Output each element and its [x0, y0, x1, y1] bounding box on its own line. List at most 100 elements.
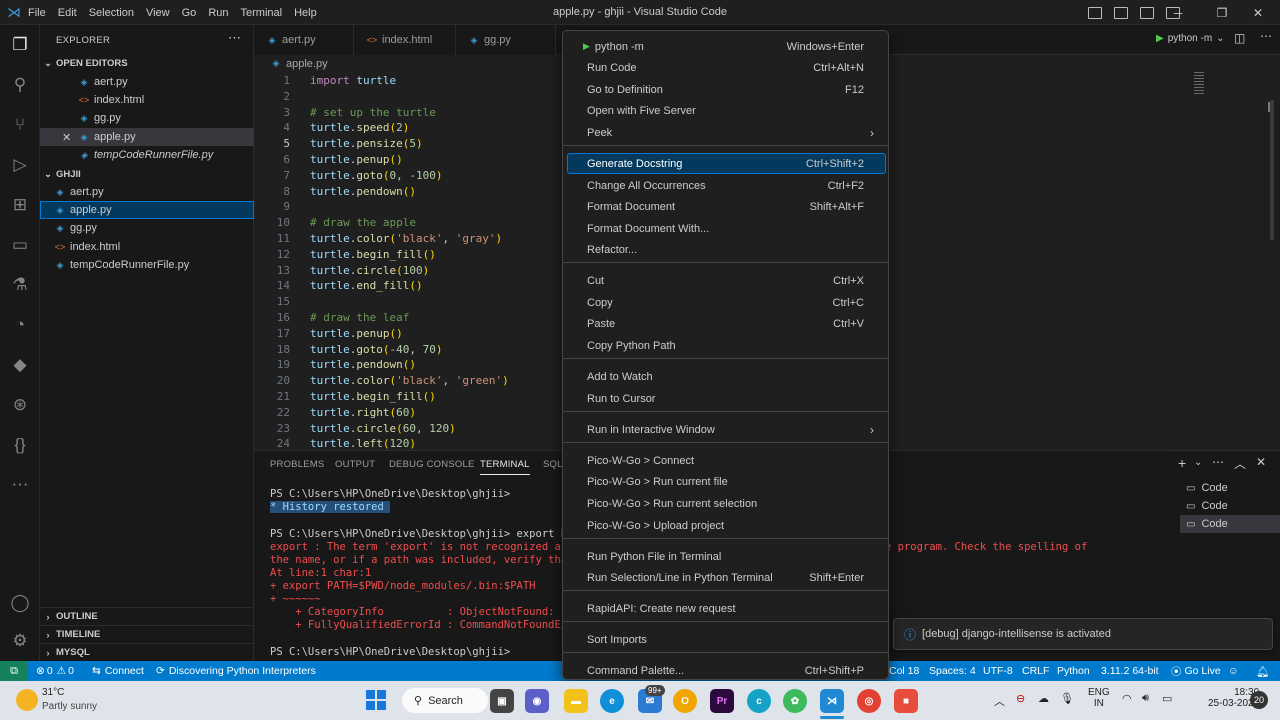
terminal-list-item[interactable]: ▭ Code — [1180, 497, 1280, 515]
volume-icon[interactable]: 🔊︎ — [1142, 692, 1149, 705]
notifications-bell-icon[interactable]: 🔔︎ — [1256, 661, 1269, 681]
open-editor-item[interactable]: ◈ aert.py — [40, 73, 254, 91]
context-menu-item-add-to-watch[interactable]: Add to Watch — [567, 366, 886, 387]
show-hidden-icons[interactable]: ︿ — [994, 693, 1005, 709]
code-line[interactable]: turtle.pensize(5) — [310, 137, 423, 150]
context-menu-item-open-with-five-server[interactable]: Open with Five Server — [567, 100, 886, 121]
toggle-secondary-sidebar-icon[interactable] — [1140, 6, 1154, 19]
onedrive-icon[interactable]: ☁ — [1038, 692, 1049, 705]
outline-section[interactable]: › OUTLINE — [40, 607, 254, 625]
context-menu-item-cut[interactable]: Cut Ctrl+X — [567, 270, 886, 291]
rapidapi-icon[interactable]: ⊛ — [8, 393, 32, 417]
remote-indicator-icon[interactable]: ⧉ — [0, 661, 28, 681]
minimize-button[interactable]: ─ — [1156, 0, 1200, 25]
file-item[interactable]: ◈ tempCodeRunnerFile.py — [40, 256, 254, 274]
problems-status[interactable]: ⊗ 0 ⚠ 0 — [36, 661, 74, 681]
more-actions-icon[interactable]: ⋯ — [1260, 29, 1272, 43]
file-explorer-icon[interactable]: ▬ — [564, 689, 588, 713]
code-line[interactable]: # draw the leaf — [310, 311, 409, 324]
explorer-icon[interactable]: ❐ — [8, 33, 32, 57]
account-icon[interactable]: ◯ — [8, 591, 32, 615]
encoding-status[interactable]: UTF-8 — [983, 661, 1013, 681]
code-line[interactable]: turtle.circle(60, 120) — [310, 422, 456, 435]
more-actions-icon[interactable]: ⋯ — [228, 30, 241, 46]
context-menu-item-format-document-with[interactable]: Format Document With... — [567, 218, 886, 239]
context-menu-item-pico-w-go-connect[interactable]: Pico-W-Go > Connect — [567, 450, 886, 471]
remote-explorer-icon[interactable]: ▭ — [8, 233, 32, 257]
json-icon[interactable]: {} — [8, 433, 32, 457]
file-item[interactable]: ◈ aert.py — [40, 183, 254, 201]
menu-run[interactable]: Run — [208, 7, 228, 19]
context-menu-item-paste[interactable]: Paste Ctrl+V — [567, 313, 886, 334]
microphone-icon[interactable]: 🎙︎ — [1060, 692, 1074, 705]
code-line[interactable]: turtle.begin_fill() — [310, 390, 436, 403]
language-mode[interactable]: Python — [1057, 661, 1090, 681]
menu-selection[interactable]: Selection — [89, 7, 134, 19]
input-language[interactable]: ENG IN — [1088, 687, 1110, 709]
temperature[interactable]: 31°C — [42, 687, 64, 698]
context-menu-item-pico-w-go-run-current-file[interactable]: Pico-W-Go > Run current file — [567, 471, 886, 492]
code-line[interactable]: turtle.end_fill() — [310, 279, 423, 292]
chevron-down-icon[interactable]: ⌄ — [1194, 457, 1202, 468]
close-panel-icon[interactable]: ✕ — [1256, 455, 1266, 469]
context-menu-item-run-in-interactive-window[interactable]: Run in Interactive Window › — [567, 419, 886, 440]
weather-icon[interactable] — [16, 689, 38, 711]
edge-icon[interactable]: e — [600, 689, 624, 713]
menu-go[interactable]: Go — [182, 7, 197, 19]
connect-status[interactable]: ⇆ Connect — [92, 661, 144, 681]
run-debug-icon[interactable]: ▷ — [8, 153, 32, 177]
run-python-button[interactable]: ▶ python -m ⌄ — [1156, 33, 1225, 44]
opera-icon[interactable]: O — [673, 689, 697, 713]
settings-gear-icon[interactable]: ⚙ — [8, 629, 32, 653]
more-actions-icon[interactable]: ⋯ — [1212, 455, 1224, 469]
close-button[interactable]: ✕ — [1236, 0, 1280, 25]
context-menu-item-run-to-cursor[interactable]: Run to Cursor — [567, 388, 886, 409]
menu-help[interactable]: Help — [294, 7, 317, 19]
python-interpreter-status[interactable]: ⟳ Discovering Python Interpreters — [156, 661, 316, 681]
tab-debug-console[interactable]: DEBUG CONSOLE — [389, 459, 474, 470]
code-line[interactable]: turtle.penup() — [310, 153, 403, 166]
context-menu-item-peek[interactable]: Peek › — [567, 122, 886, 143]
extensions-icon[interactable]: ⊞ — [8, 193, 32, 217]
code-line[interactable]: turtle.speed(2) — [310, 121, 409, 134]
tab-terminal[interactable]: TERMINAL — [480, 459, 530, 475]
file-item-selected[interactable]: ◈ apple.py — [40, 201, 254, 219]
python-icon[interactable]: ◆ — [8, 353, 32, 377]
premiere-pro-icon[interactable]: Pr — [710, 689, 734, 713]
context-menu-item-run-selection-line-in-python-terminal[interactable]: Run Selection/Line in Python Terminal Shi… — [567, 567, 886, 588]
vscode-taskbar-icon[interactable]: ⋊ — [820, 689, 844, 713]
new-terminal-icon[interactable]: + — [1178, 455, 1186, 471]
split-editor-icon[interactable]: ◫ — [1234, 31, 1245, 45]
toggle-panel-icon[interactable] — [1114, 6, 1128, 19]
maximize-panel-icon[interactable]: ︿ — [1234, 455, 1246, 472]
context-menu-item-copy[interactable]: Copy Ctrl+C — [567, 292, 886, 313]
open-editor-item[interactable]: ◈ gg.py — [40, 109, 254, 127]
eol-status[interactable]: CRLF — [1022, 661, 1049, 681]
code-line[interactable]: turtle.goto(0, -100) — [310, 169, 443, 182]
file-item[interactable]: <> index.html — [40, 238, 254, 256]
open-editor-item[interactable]: <> index.html — [40, 91, 254, 109]
context-menu-item-command-palette[interactable]: Command Palette... Ctrl+Shift+P — [567, 660, 886, 681]
menu-terminal[interactable]: Terminal — [241, 7, 283, 19]
minimap[interactable] — [1190, 72, 1271, 132]
code-line[interactable]: turtle.right(60) — [310, 406, 416, 419]
tab-output[interactable]: OUTPUT — [335, 459, 375, 470]
context-menu-item-copy-python-path[interactable]: Copy Python Path — [567, 335, 886, 356]
code-line[interactable]: turtle.begin_fill() — [310, 248, 436, 261]
context-menu-item-run-code[interactable]: Run Code Ctrl+Alt+N — [567, 57, 886, 78]
indentation-status[interactable]: Spaces: 4 — [929, 661, 976, 681]
tab-sql[interactable]: SQL — [543, 459, 563, 470]
search-icon[interactable]: ⚲ — [8, 73, 32, 97]
editor-scrollbar[interactable] — [1270, 100, 1274, 240]
taskbar-search[interactable]: ⚲ Search — [402, 688, 488, 713]
open-editors-section[interactable]: ⌄ OPEN EDITORS — [40, 54, 254, 72]
toggle-primary-sidebar-icon[interactable] — [1088, 6, 1102, 19]
app-icon[interactable]: ✿ — [783, 689, 807, 713]
context-menu-item-go-to-definition[interactable]: Go to Definition F12 — [567, 79, 886, 100]
code-line[interactable]: turtle.pendown() — [310, 358, 416, 371]
timeline-section[interactable]: › TIMELINE — [40, 625, 254, 643]
menu-file[interactable]: File — [28, 7, 46, 19]
network-warning-icon[interactable]: ⊖ — [1016, 692, 1025, 705]
tab-index[interactable]: <> index.html — [354, 25, 456, 55]
tab-aert[interactable]: ◈ aert.py — [254, 25, 354, 55]
